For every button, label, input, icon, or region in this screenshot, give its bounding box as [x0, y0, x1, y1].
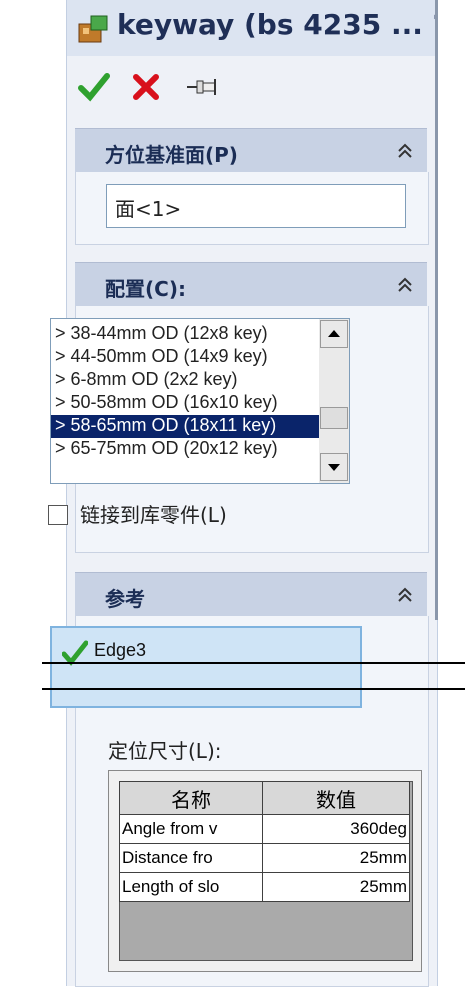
link-library-checkbox[interactable] [48, 505, 68, 525]
reference-selection-box[interactable]: Edge3 [50, 626, 362, 708]
list-item-selected[interactable]: > 58-65mm OD (18x11 key) [51, 415, 321, 438]
collapse-icon[interactable] [393, 273, 417, 297]
datum-section-body: 面<1> [75, 172, 429, 245]
datum-section-label: 方位基准面(P) [105, 143, 238, 167]
table-row[interactable]: Distance fro 25mm [119, 843, 410, 873]
list-item[interactable]: > 50-58mm OD (16x10 key) [55, 392, 317, 415]
divider-line [42, 688, 465, 690]
list-item[interactable]: > 44-50mm OD (14x9 key) [55, 346, 317, 369]
row-value[interactable]: 360deg [262, 814, 410, 844]
toolbar [67, 62, 437, 110]
arrow-up-icon [328, 330, 340, 337]
scroll-down-button[interactable] [320, 453, 348, 481]
config-section-header[interactable]: 配置(C): [75, 262, 427, 307]
row-name: Length of slo [119, 872, 263, 902]
scroll-thumb[interactable] [320, 407, 348, 429]
list-item[interactable]: > 65-75mm OD (20x12 key) [55, 438, 317, 461]
list-item[interactable]: > 38-44mm OD (12x8 key) [55, 323, 317, 346]
configuration-list[interactable]: > 38-44mm OD (12x8 key) > 44-50mm OD (14… [50, 318, 350, 484]
table-row[interactable]: Length of slo 25mm [119, 872, 410, 902]
row-name: Angle from v [119, 814, 263, 844]
table-header-value[interactable]: 数值 [262, 781, 410, 815]
arrow-down-icon [328, 464, 340, 471]
reference-section-label: 参考 [105, 587, 145, 611]
list-scrollbar[interactable] [319, 319, 349, 483]
title-bar: keyway (bs 4235 ... ? [67, 0, 437, 56]
row-value[interactable]: 25mm [262, 872, 410, 902]
datum-section-header[interactable]: 方位基准面(P) [75, 128, 427, 173]
collapse-icon[interactable] [393, 583, 417, 607]
scroll-up-button[interactable] [320, 320, 348, 348]
dimension-table-container: 名称 数值 Angle from v 360deg Distance fro 2… [108, 770, 422, 972]
check-icon[interactable] [77, 70, 111, 104]
part-feature-icon [78, 15, 108, 43]
reference-section-header[interactable]: 参考 [75, 572, 427, 617]
window-title: keyway (bs 4235 ... ? [117, 8, 437, 41]
datum-face-field[interactable]: 面<1> [106, 184, 406, 228]
divider-line [42, 662, 465, 664]
dimension-table: 名称 数值 Angle from v 360deg Distance fro 2… [119, 781, 410, 902]
link-library-label: 链接到库零件(L) [80, 503, 227, 527]
collapse-icon[interactable] [393, 139, 417, 163]
x-icon[interactable] [129, 70, 163, 104]
row-name: Distance fro [119, 843, 263, 873]
dimension-label: 定位尺寸(L): [108, 739, 222, 763]
datum-face-value: 面<1> [115, 197, 182, 221]
table-row[interactable]: Angle from v 360deg [119, 814, 410, 844]
list-item[interactable]: > 6-8mm OD (2x2 key) [55, 369, 317, 392]
pushpin-icon[interactable] [185, 70, 219, 104]
reference-edge-label: Edge3 [94, 640, 147, 660]
config-section-label: 配置(C): [105, 277, 186, 301]
row-value[interactable]: 25mm [262, 843, 410, 873]
panel-scrollbar[interactable] [435, 0, 438, 620]
table-header-name[interactable]: 名称 [119, 781, 263, 815]
